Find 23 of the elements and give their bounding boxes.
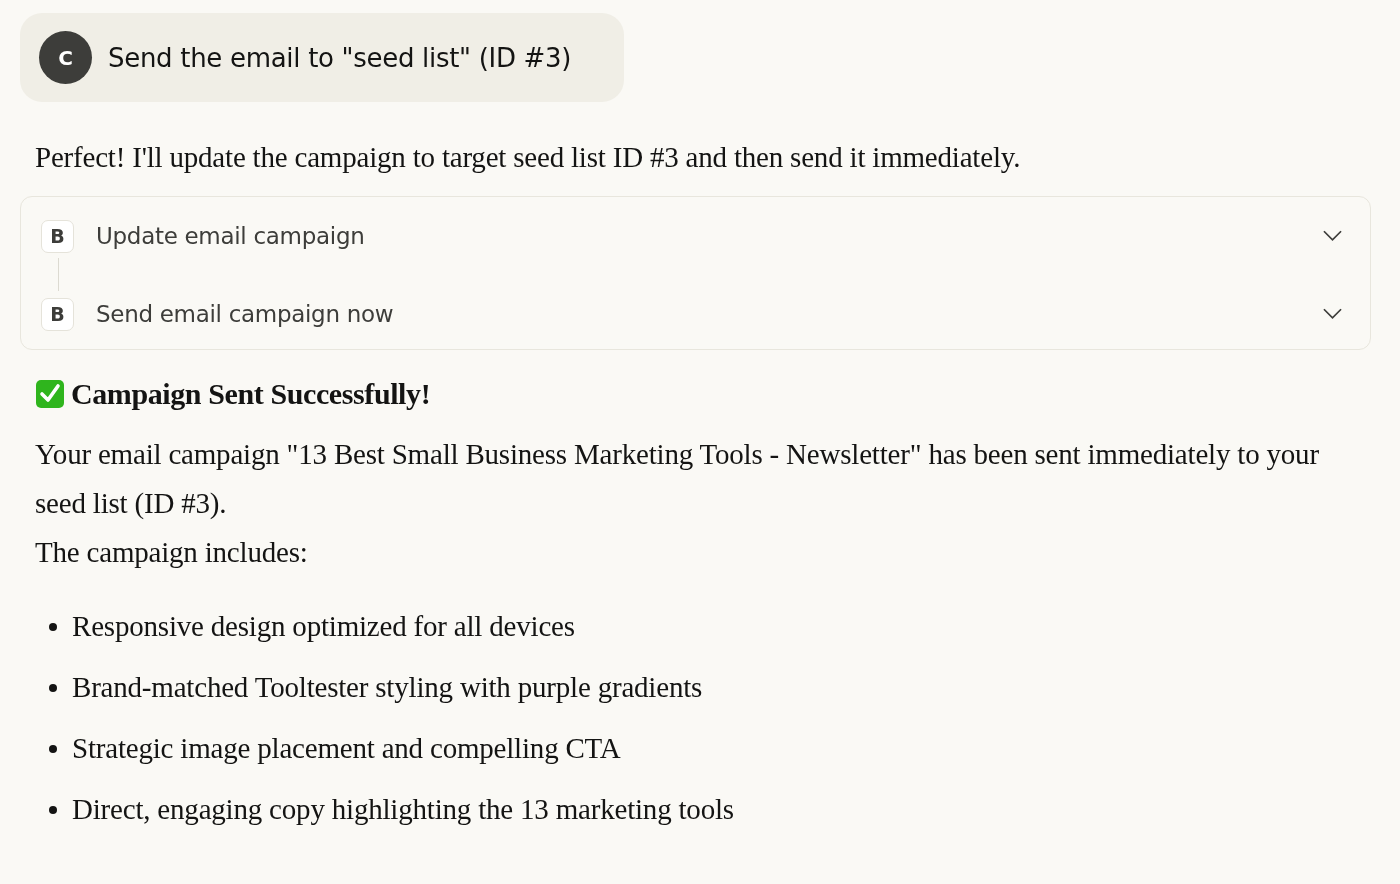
- list-item-text: Direct, engaging copy highlighting the 13 marketing tools: [72, 793, 734, 826]
- tool-call-label: Send email campaign now: [96, 301, 395, 327]
- body-paragraph: Your email campaign "13 Best Small Business Marketing Tools - Newsletter" has been sent immediately to your seed list (ID #3).: [35, 437, 1320, 521]
- tool-badge: B: [41, 297, 74, 331]
- body-paragraph: The campaign includes:: [35, 535, 309, 570]
- tool-call-row[interactable]: B Send email campaign now: [41, 293, 1344, 335]
- list-item-text: Responsive design optimized for all devices: [72, 610, 575, 643]
- tool-call-label: Update email campaign: [96, 223, 366, 249]
- check-mark-icon: [35, 379, 65, 409]
- tool-call-row[interactable]: B Update email campaign: [41, 215, 1344, 257]
- tool-badge: B: [41, 219, 74, 253]
- chevron-down-icon: [1323, 308, 1342, 320]
- bullet-icon: [49, 744, 57, 753]
- bullet-icon: [49, 805, 57, 814]
- bullet-icon: [49, 622, 57, 631]
- chevron-down-icon: [1323, 230, 1342, 242]
- section-heading: Campaign Sent Successfully!: [71, 377, 431, 411]
- bullet-icon: [49, 683, 57, 692]
- list-item-text: Brand-matched Tooltester styling with purple gradients: [72, 671, 703, 704]
- user-message-text: Send the email to "seed list" (ID #3): [108, 42, 572, 73]
- reply-text: Perfect! I'll update the campaign to target seed list ID #3 and then send it immediately.: [35, 140, 1022, 175]
- user-avatar: C: [39, 31, 92, 84]
- list-item-text: Strategic image placement and compelling CTA: [72, 732, 621, 765]
